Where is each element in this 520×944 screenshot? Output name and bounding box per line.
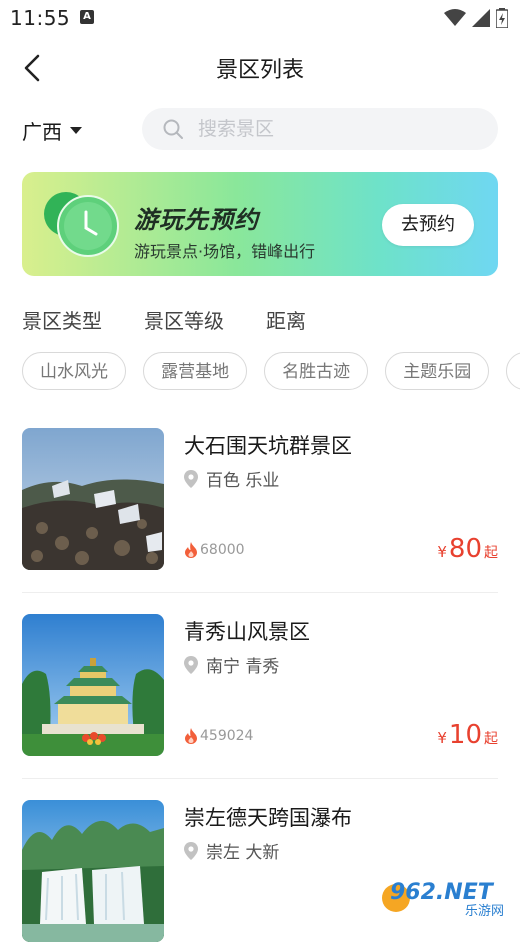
chip-theme-park[interactable]: 主题乐园 — [385, 352, 490, 390]
scenic-location: 南宁 青秀 — [184, 652, 279, 677]
region-selector[interactable]: 广西 — [22, 116, 82, 144]
system-icons — [444, 8, 508, 28]
chip-landscape[interactable]: 山水风光 — [22, 352, 126, 390]
reserve-button[interactable]: 去预约 — [382, 204, 474, 246]
page-title: 景区列表 — [215, 58, 304, 83]
site-watermark: 962.NET 乐游网 — [378, 874, 514, 920]
scenic-price: ¥ 10 起 — [437, 720, 498, 750]
location-pin-icon — [184, 469, 198, 488]
price-suffix: 起 — [484, 731, 498, 747]
scenic-price: ¥ 80 起 — [437, 534, 498, 564]
scenic-thumbnail — [22, 614, 164, 756]
search-bar[interactable] — [142, 108, 498, 150]
scenic-location-text: 南宁 青秀 — [206, 657, 280, 677]
price-suffix: 起 — [484, 545, 498, 561]
list-divider — [22, 778, 498, 779]
fire-icon — [185, 728, 197, 744]
chip-historic-sites[interactable]: 名胜古迹 — [264, 352, 369, 390]
scenic-location-text: 百色 乐业 — [206, 471, 280, 491]
filter-scenic-level[interactable]: 景区等级 — [144, 305, 224, 334]
scenic-location-text: 崇左 大新 — [206, 843, 280, 863]
filter-scenic-type[interactable]: 景区类型 — [22, 305, 102, 334]
price-value: 10 — [448, 720, 482, 750]
banner-subtitle: 游玩景点·场馆，错峰出行 — [134, 242, 316, 261]
scenic-heat: 459024 — [184, 728, 253, 744]
scenic-name: 崇左德天跨国瀑布 — [184, 806, 352, 830]
filter-distance[interactable]: 距离 — [266, 305, 306, 334]
region-label: 广西 — [22, 119, 62, 144]
scenic-list-item[interactable]: 大石围天坑群景区 百色 乐业 68000 ¥ 80 起 — [22, 428, 498, 572]
price-value: 80 — [448, 534, 482, 564]
price-currency: ¥ — [437, 543, 447, 561]
fire-icon — [185, 542, 197, 558]
status-bar: 11:55 A — [0, 0, 520, 36]
reservation-banner[interactable]: 游玩先预约 游玩景点·场馆，错峰出行 去预约 — [22, 172, 498, 276]
scenic-heat-value: 68000 — [200, 542, 245, 558]
search-input[interactable] — [196, 117, 460, 141]
nav-bar: 景区列表 — [0, 40, 520, 96]
category-chips: 山水风光 露营基地 名胜古迹 主题乐园 — [22, 352, 520, 394]
list-divider — [22, 592, 498, 593]
price-currency: ¥ — [437, 729, 447, 747]
notification-icon: A — [80, 10, 94, 24]
location-pin-icon — [184, 841, 198, 860]
caret-down-icon — [70, 126, 82, 134]
battery-icon — [496, 8, 508, 28]
location-pin-icon — [184, 655, 198, 674]
chip-camping[interactable]: 露营基地 — [143, 352, 248, 390]
scenic-location: 崇左 大新 — [184, 838, 279, 863]
scenic-thumbnail — [22, 428, 164, 570]
watermark-text-bottom: 乐游网 — [464, 904, 504, 919]
search-icon — [163, 119, 183, 139]
clock-icon — [44, 192, 119, 257]
status-time: 11:55 — [10, 6, 71, 30]
scenic-list-item[interactable]: 青秀山风景区 南宁 青秀 459024 ¥ 10 起 — [22, 614, 498, 758]
scenic-location: 百色 乐业 — [184, 466, 279, 491]
scenic-heat-value: 459024 — [200, 728, 254, 744]
scenic-thumbnail — [22, 800, 164, 942]
chip-more[interactable] — [506, 352, 520, 390]
scenic-list-item[interactable]: 崇左德天跨国瀑布 崇左 大新 — [22, 800, 498, 944]
scenic-heat: 68000 — [184, 542, 245, 558]
scenic-name: 大石围天坑群景区 — [184, 434, 352, 458]
banner-title: 游玩先预约 — [134, 206, 259, 234]
signal-icon — [472, 9, 490, 27]
filter-tabs: 景区类型 景区等级 距离 — [22, 305, 306, 334]
scenic-name: 青秀山风景区 — [184, 620, 310, 644]
wifi-icon — [444, 9, 466, 26]
